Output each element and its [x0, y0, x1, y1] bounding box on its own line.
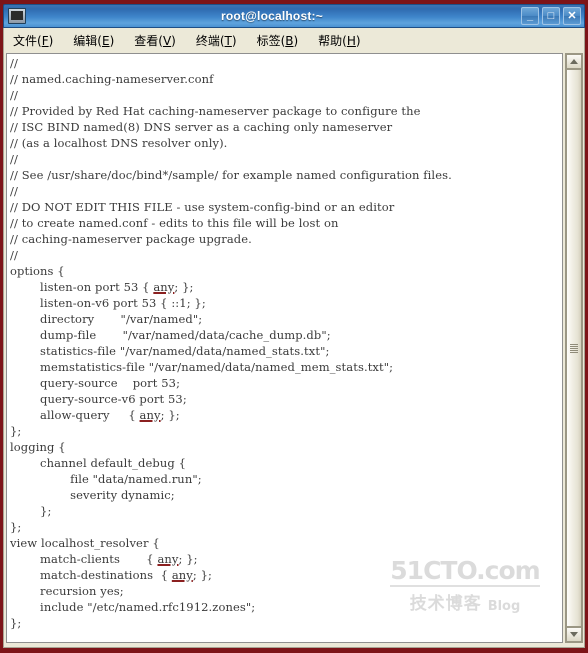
terminal-text-area[interactable]: // // named.caching-nameserver.conf // /… [6, 53, 563, 643]
close-button[interactable]: ✕ [563, 7, 581, 25]
menu-view-mnemonic: V [162, 33, 172, 48]
menu-edit-label: 编辑( [73, 33, 102, 48]
scroll-down-arrow-icon [570, 632, 578, 637]
menu-tabs-label: 标签( [256, 33, 286, 48]
vertical-scrollbar[interactable] [565, 53, 583, 643]
menu-tabs[interactable]: 标签(B) [255, 31, 301, 50]
menu-view-paren: ) [171, 33, 176, 48]
terminal-window: root@localhost:~ _ □ ✕ 文件(F) 编辑(E) 查看(V)… [0, 0, 588, 653]
menu-terminal-mnemonic: T [224, 33, 232, 48]
scrollbar-thumb[interactable] [566, 69, 582, 627]
menu-edit-mnemonic: E [101, 33, 110, 48]
scrollbar-grip-icon [570, 343, 578, 353]
menu-file[interactable]: 文件(F) [11, 31, 55, 50]
menu-file-label: 文件( [13, 33, 42, 48]
menu-view-label: 查看( [134, 33, 163, 48]
maximize-button[interactable]: □ [542, 7, 560, 25]
config-file-contents[interactable]: // // named.caching-nameserver.conf // /… [10, 55, 452, 631]
menu-terminal-label: 终端( [195, 33, 225, 48]
menu-edit-paren: ) [109, 33, 115, 48]
menu-help-paren: ) [355, 33, 361, 48]
window-title: root@localhost:~ [221, 9, 323, 23]
menu-help-label: 帮助( [318, 33, 347, 48]
menu-terminal[interactable]: 终端(T) [194, 31, 239, 50]
terminal-body: // // named.caching-nameserver.conf // /… [3, 52, 585, 648]
menu-view[interactable]: 查看(V) [132, 31, 178, 50]
menu-help-mnemonic: H [346, 33, 356, 48]
menu-bar: 文件(F) 编辑(E) 查看(V) 终端(T) 标签(B) 帮助(H) [3, 28, 585, 52]
menu-file-paren: ) [48, 33, 54, 48]
window-controls: _ □ ✕ [521, 7, 581, 25]
title-bar[interactable]: root@localhost:~ _ □ ✕ [3, 4, 585, 28]
menu-tabs-paren: ) [293, 33, 299, 48]
scroll-down-button[interactable] [566, 627, 582, 642]
watermark-blog-text: Blog [487, 599, 521, 614]
menu-file-mnemonic: F [41, 33, 49, 48]
terminal-icon [8, 8, 26, 24]
menu-terminal-paren: ) [231, 33, 237, 48]
menu-edit[interactable]: 编辑(E) [71, 31, 116, 50]
menu-help[interactable]: 帮助(H) [316, 31, 362, 50]
minimize-button[interactable]: _ [521, 7, 539, 25]
scroll-up-button[interactable] [566, 54, 582, 69]
scroll-up-arrow-icon [570, 59, 578, 64]
